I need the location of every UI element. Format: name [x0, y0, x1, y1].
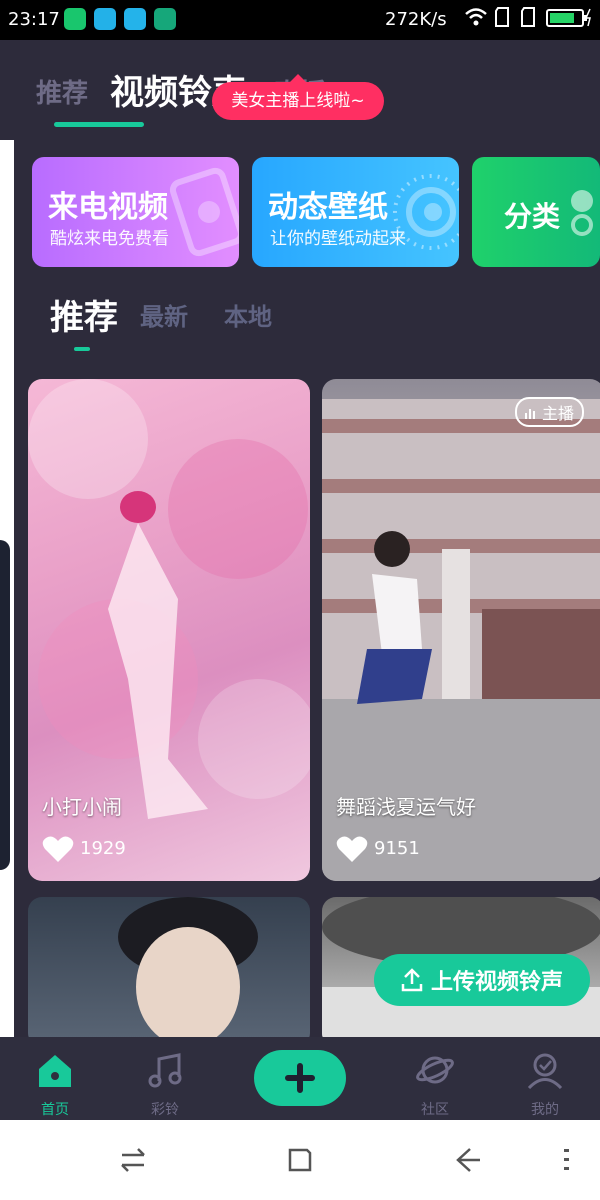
network-speed: 272K/s — [385, 9, 447, 30]
audio-bars-icon — [524, 409, 535, 419]
video-likes: 1929 — [42, 835, 126, 863]
incoming-call-video-card[interactable]: 来电视频 酷炫来电免费看 — [32, 157, 239, 267]
video-card[interactable]: 小打小闹 1929 — [28, 379, 310, 881]
battery-icon — [546, 6, 594, 33]
nav-ringback[interactable]: 彩铃 — [130, 1051, 200, 1118]
app-notification-icon — [94, 8, 116, 30]
subtab-latest[interactable]: 最新 — [140, 297, 188, 332]
nav-label: 首页 — [41, 1102, 69, 1118]
create-button[interactable] — [254, 1050, 346, 1106]
video-title: 舞蹈浅夏运气好 — [336, 795, 476, 819]
upload-video-ringtone-button[interactable]: 上传视频铃声 — [374, 954, 590, 1006]
upload-icon — [401, 968, 423, 992]
video-thumbnail — [118, 897, 258, 1047]
video-card-icon — [169, 167, 239, 257]
upload-button-label: 上传视频铃声 — [430, 970, 563, 995]
video-card[interactable] — [28, 897, 310, 1047]
video-card[interactable]: 主播 舞蹈浅夏运气好 9151 — [322, 379, 600, 881]
tab-recommend[interactable]: 推荐 — [36, 73, 88, 110]
nav-community[interactable]: 社区 — [400, 1051, 470, 1118]
heart-icon[interactable] — [336, 835, 368, 863]
plus-icon — [285, 1063, 315, 1093]
wallpaper-card-icon — [393, 174, 459, 250]
gallery-notification-icon — [124, 8, 146, 30]
planet-icon — [416, 1056, 454, 1084]
card-subtitle: 酷炫来电免费看 — [50, 229, 169, 249]
subtab-recommend[interactable]: 推荐 — [50, 290, 118, 339]
video-likes: 9151 — [336, 835, 420, 863]
streamer-badge[interactable]: 主播 — [514, 397, 584, 427]
category-card[interactable]: 分类 — [472, 157, 600, 267]
switch-apps-icon[interactable] — [118, 1145, 148, 1175]
live-wallpaper-card[interactable]: 动态壁纸 让你的壁纸动起来 — [252, 157, 459, 267]
nav-label: 我的 — [531, 1102, 559, 1118]
heart-icon[interactable] — [42, 835, 74, 863]
status-time: 23:17 — [8, 9, 60, 30]
nav-label: 社区 — [421, 1102, 449, 1118]
app-notification-icon — [64, 8, 86, 30]
card-subtitle: 让你的壁纸动起来 — [270, 229, 406, 249]
profile-icon — [527, 1053, 563, 1090]
status-bar: 23:17 272K/s — [0, 0, 600, 40]
music-note-icon — [148, 1053, 182, 1088]
subtab-local[interactable]: 本地 — [224, 297, 272, 332]
nav-home[interactable]: 首页 — [20, 1051, 90, 1118]
badge-label: 主播 — [541, 404, 574, 423]
video-title: 小打小闹 — [42, 795, 122, 819]
side-panel-preview — [0, 540, 10, 870]
back-icon[interactable] — [452, 1145, 482, 1175]
home-icon — [39, 1055, 71, 1087]
sim-icon — [520, 6, 536, 33]
likes-count: 9151 — [374, 838, 420, 859]
live-tooltip[interactable]: 美女主播上线啦~ — [212, 74, 384, 120]
system-navigation-bar — [0, 1120, 600, 1200]
home-square-icon[interactable] — [285, 1145, 315, 1175]
bottom-navigation: 首页 彩铃 社区 我的 — [0, 1037, 600, 1120]
nav-profile[interactable]: 我的 — [510, 1051, 580, 1118]
usb-icon — [154, 8, 176, 30]
card-title: 分类 — [504, 200, 561, 233]
wifi-icon — [464, 6, 488, 33]
sim-icon — [494, 6, 510, 33]
active-subtab-indicator — [74, 347, 90, 351]
nav-label: 彩铃 — [151, 1102, 179, 1118]
menu-dots-icon[interactable] — [560, 1145, 572, 1175]
card-title: 动态壁纸 — [268, 190, 388, 225]
likes-count: 1929 — [80, 838, 126, 859]
card-title: 来电视频 — [48, 190, 168, 225]
active-tab-indicator — [54, 122, 144, 127]
category-icon — [571, 190, 593, 236]
